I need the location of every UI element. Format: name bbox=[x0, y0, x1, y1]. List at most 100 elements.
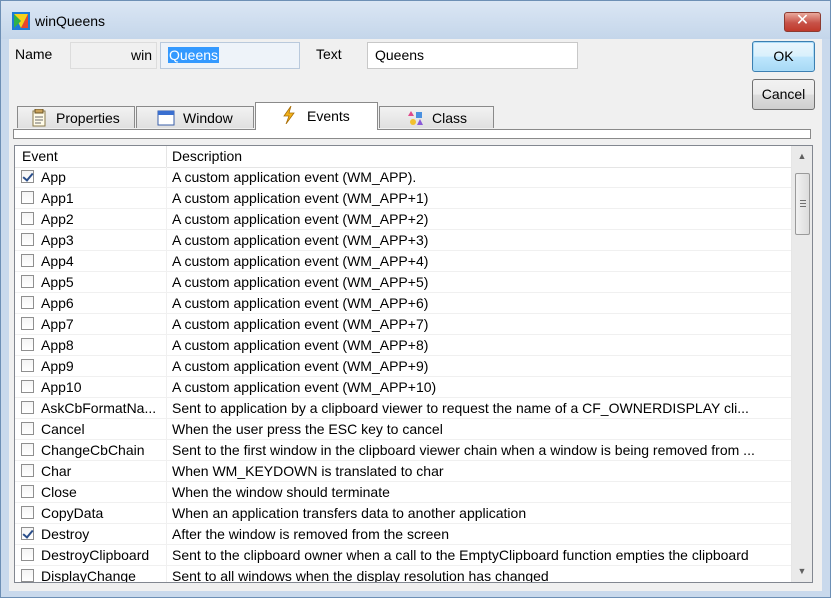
event-checkbox[interactable] bbox=[21, 422, 34, 435]
table-row[interactable]: App1 A custom application event (WM_APP+1… bbox=[15, 188, 791, 209]
event-description: A custom application event (WM_APP+7) bbox=[172, 316, 429, 332]
event-checkbox[interactable] bbox=[21, 233, 34, 246]
event-name: App8 bbox=[41, 337, 74, 353]
event-name: DisplayChange bbox=[41, 568, 136, 583]
event-description: A custom application event (WM_APP+10) bbox=[172, 379, 437, 395]
ok-button[interactable]: OK bbox=[752, 41, 815, 72]
event-checkbox[interactable] bbox=[21, 359, 34, 372]
table-row[interactable]: Cancel When the user press the ESC key to… bbox=[15, 419, 791, 440]
event-checkbox[interactable] bbox=[21, 464, 34, 477]
event-checkbox[interactable] bbox=[21, 338, 34, 351]
vertical-scrollbar[interactable]: ▲ ▼ bbox=[791, 146, 812, 582]
event-checkbox[interactable] bbox=[21, 212, 34, 225]
event-description: When an application transfers data to an… bbox=[172, 505, 527, 521]
cell-divider bbox=[166, 293, 167, 314]
close-button[interactable]: ✕ bbox=[784, 12, 821, 32]
column-header-event[interactable]: Event bbox=[22, 148, 58, 164]
table-row[interactable]: App A custom application event (WM_APP). bbox=[15, 167, 791, 188]
tab-class[interactable]: Class bbox=[379, 106, 494, 128]
cancel-button[interactable]: Cancel bbox=[752, 79, 815, 110]
event-checkbox[interactable] bbox=[21, 317, 34, 330]
table-row[interactable]: AskCbFormatNa... Sent to application by a… bbox=[15, 398, 791, 419]
column-divider[interactable] bbox=[166, 146, 167, 167]
cell-divider bbox=[166, 335, 167, 356]
dialog-window: winQueens ✕ Name win Queens Text Queens … bbox=[0, 0, 831, 598]
table-row[interactable]: App5 A custom application event (WM_APP+5… bbox=[15, 272, 791, 293]
event-checkbox[interactable] bbox=[21, 569, 34, 582]
text-input[interactable]: Queens bbox=[367, 42, 578, 69]
tab-class-label: Class bbox=[432, 110, 468, 126]
event-checkbox[interactable] bbox=[21, 485, 34, 498]
class-icon bbox=[408, 111, 423, 125]
event-description: A custom application event (WM_APP+8) bbox=[172, 337, 429, 353]
cell-divider bbox=[166, 398, 167, 419]
event-description: A custom application event (WM_APP+5) bbox=[172, 274, 429, 290]
table-row[interactable]: App6 A custom application event (WM_APP+6… bbox=[15, 293, 791, 314]
event-name: Destroy bbox=[41, 526, 90, 542]
event-checkbox[interactable] bbox=[21, 275, 34, 288]
event-description: When the window should terminate bbox=[172, 484, 390, 500]
tab-events[interactable]: Events bbox=[255, 102, 378, 130]
title-bar[interactable]: winQueens ✕ bbox=[1, 1, 830, 39]
event-description: Sent to the clipboard owner when a call … bbox=[172, 547, 749, 563]
scroll-up-button[interactable]: ▲ bbox=[792, 146, 812, 166]
thumb-grip bbox=[800, 200, 806, 201]
tab-properties-label: Properties bbox=[56, 110, 120, 126]
event-checkbox[interactable] bbox=[21, 254, 34, 267]
properties-icon bbox=[32, 109, 46, 127]
cell-divider bbox=[166, 209, 167, 230]
tab-window[interactable]: Window bbox=[136, 106, 254, 128]
event-checkbox[interactable] bbox=[21, 170, 34, 183]
event-name: Char bbox=[41, 463, 72, 479]
grid-rows: App A custom application event (WM_APP). A… bbox=[15, 167, 791, 583]
close-icon: ✕ bbox=[795, 12, 810, 29]
event-name: App6 bbox=[41, 295, 74, 311]
table-row[interactable]: App9 A custom application event (WM_APP+9… bbox=[15, 356, 791, 377]
grid-header: Event Description bbox=[15, 146, 791, 168]
table-row[interactable]: ChangeCbChain Sent to the first window in… bbox=[15, 440, 791, 461]
scroll-up-icon: ▲ bbox=[797, 151, 807, 161]
table-row[interactable]: App4 A custom application event (WM_APP+4… bbox=[15, 251, 791, 272]
event-checkbox[interactable] bbox=[21, 296, 34, 309]
table-row[interactable]: Destroy After the window is removed from … bbox=[15, 524, 791, 545]
table-row[interactable]: DestroyClipboard Sent to the clipboard ow… bbox=[15, 545, 791, 566]
cell-divider bbox=[166, 188, 167, 209]
event-description: A custom application event (WM_APP+4) bbox=[172, 253, 429, 269]
table-row[interactable]: App2 A custom application event (WM_APP+2… bbox=[15, 209, 791, 230]
event-name: App3 bbox=[41, 232, 74, 248]
event-checkbox[interactable] bbox=[21, 443, 34, 456]
event-checkbox[interactable] bbox=[21, 548, 34, 561]
event-checkbox[interactable] bbox=[21, 506, 34, 519]
scroll-down-icon: ▼ bbox=[797, 566, 807, 576]
table-row[interactable]: CopyData When an application transfers da… bbox=[15, 503, 791, 524]
event-description: Sent to the first window in the clipboar… bbox=[172, 442, 755, 458]
table-row[interactable]: Char When WM_KEYDOWN is translated to cha… bbox=[15, 461, 791, 482]
event-checkbox[interactable] bbox=[21, 380, 34, 393]
event-checkbox[interactable] bbox=[21, 527, 34, 540]
event-description: Sent to all windows when the display res… bbox=[172, 568, 549, 583]
cell-divider bbox=[166, 482, 167, 503]
name-input[interactable]: Queens bbox=[160, 42, 300, 69]
scroll-thumb[interactable] bbox=[795, 173, 810, 235]
table-row[interactable]: Close When the window should terminate bbox=[15, 482, 791, 503]
cell-divider bbox=[166, 356, 167, 377]
event-name: App4 bbox=[41, 253, 74, 269]
table-row[interactable]: App8 A custom application event (WM_APP+8… bbox=[15, 335, 791, 356]
event-description: A custom application event (WM_APP). bbox=[172, 169, 417, 185]
cell-divider bbox=[166, 419, 167, 440]
table-row[interactable]: App3 A custom application event (WM_APP+3… bbox=[15, 230, 791, 251]
table-row[interactable]: App7 A custom application event (WM_APP+7… bbox=[15, 314, 791, 335]
tab-properties[interactable]: Properties bbox=[17, 106, 135, 128]
column-header-description[interactable]: Description bbox=[172, 148, 242, 164]
event-name: DestroyClipboard bbox=[41, 547, 150, 563]
text-label: Text bbox=[316, 46, 342, 62]
event-description: When the user press the ESC key to cance… bbox=[172, 421, 443, 437]
event-checkbox[interactable] bbox=[21, 401, 34, 414]
table-row[interactable]: DisplayChange Sent to all windows when th… bbox=[15, 566, 791, 583]
event-checkbox[interactable] bbox=[21, 191, 34, 204]
table-row[interactable]: App10 A custom application event (WM_APP+… bbox=[15, 377, 791, 398]
events-grid[interactable]: Event Description App A custom applicatio… bbox=[14, 145, 813, 583]
scroll-down-button[interactable]: ▼ bbox=[792, 561, 812, 581]
name-input-value: Queens bbox=[168, 47, 220, 63]
tab-window-label: Window bbox=[183, 110, 233, 126]
